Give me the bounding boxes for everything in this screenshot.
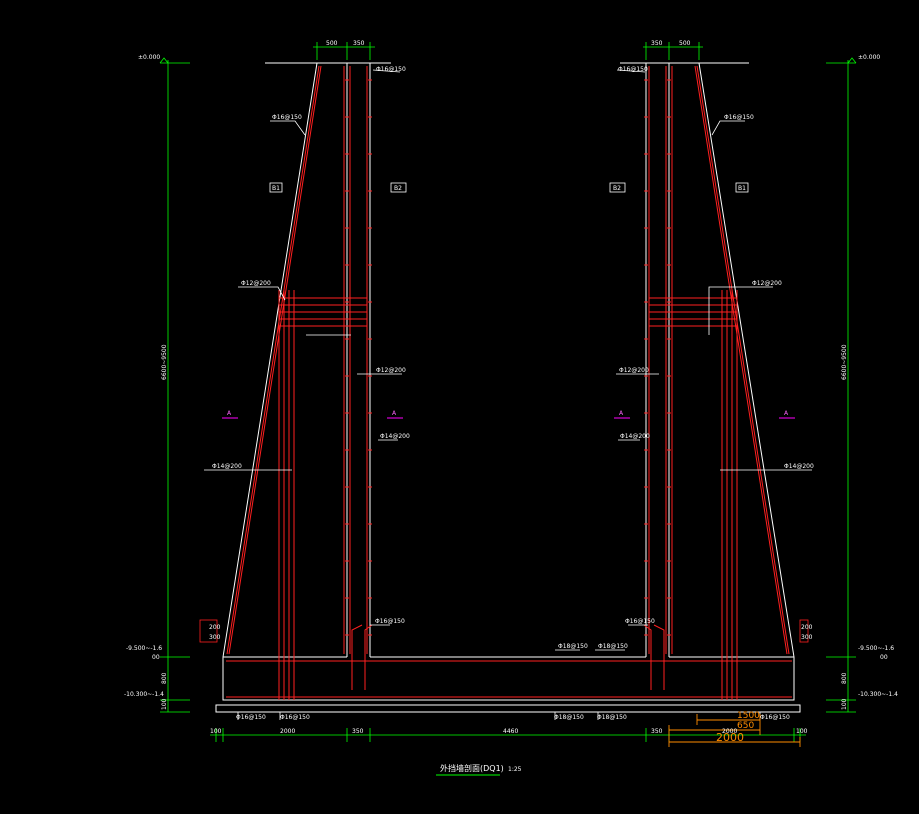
bottom-dim-1: 100 bbox=[210, 728, 222, 735]
rebar-label: Φ14@200 bbox=[784, 463, 814, 470]
tag-boxes bbox=[269, 182, 749, 193]
tag-a1: B1 bbox=[272, 185, 280, 192]
haunch-right-2: 300 bbox=[801, 634, 813, 641]
rebar-label: Φ14@200 bbox=[620, 433, 650, 440]
elevation-top-left: ±0.000 bbox=[138, 54, 160, 61]
elevation-mid-right: -9.500~-1.6 bbox=[858, 645, 894, 652]
bottom-dim-3: 350 bbox=[352, 728, 364, 735]
rebar-label: Φ18@150 bbox=[598, 643, 628, 650]
elevation-top-right: ±0.000 bbox=[858, 54, 880, 61]
rebar-label: Φ16@150 bbox=[375, 618, 405, 625]
section-mark-4: A bbox=[784, 410, 789, 417]
title-scale: 1:25 bbox=[508, 766, 522, 773]
rebar-label: Φ18@150 bbox=[558, 643, 588, 650]
wall-top-right-b: 500 bbox=[679, 40, 691, 47]
tag-labels: B1 B2 B2 B1 A A A A bbox=[227, 185, 789, 417]
rebar-label: Φ16@150 bbox=[625, 618, 655, 625]
rebar-label: Φ12@200 bbox=[376, 367, 406, 374]
rebar-label: Φ18@150 bbox=[554, 714, 584, 721]
base-layer-right-2: 100 bbox=[841, 698, 848, 710]
rebar-label: Φ16@150 bbox=[280, 714, 310, 721]
stirrup-marks bbox=[345, 79, 671, 636]
bottom-dim-5: 350 bbox=[651, 728, 663, 735]
haunch-right-1: 200 bbox=[801, 624, 813, 631]
rebar-label: Φ16@150 bbox=[724, 114, 754, 121]
rebar-label: Φ14@200 bbox=[380, 433, 410, 440]
section-mark-2: A bbox=[392, 410, 397, 417]
concrete-outline bbox=[215, 62, 801, 713]
rebar-label: Φ16@150 bbox=[272, 114, 302, 121]
elevation-sub-left: 00 bbox=[152, 654, 160, 661]
rebar-right bbox=[643, 65, 790, 700]
elevation-bottom-left: -10.300~-1.4 bbox=[124, 691, 164, 698]
cad-drawing-canvas: ±0.000 ±0.000 -9.500~-1.6 -9.500~-1.6 00… bbox=[124, 40, 898, 776]
elevation-mid-left: -9.500~-1.6 bbox=[126, 645, 162, 652]
leader-lines bbox=[204, 69, 812, 720]
rebar-label: Φ14@200 bbox=[212, 463, 242, 470]
base-layer-left-1: 800 bbox=[161, 672, 168, 684]
rebar-label: Φ16@150 bbox=[236, 714, 266, 721]
rebar-callouts: Φ16@150 Φ16@150 Φ16@150 Φ16@150 Φ12@200 … bbox=[212, 66, 814, 721]
rebar-label: Φ18@150 bbox=[597, 714, 627, 721]
haunch-left-1: 200 bbox=[209, 624, 221, 631]
tag-a3: B2 bbox=[613, 185, 621, 192]
wall-top-left-b: 350 bbox=[353, 40, 365, 47]
wall-top-left-a: 500 bbox=[326, 40, 338, 47]
elevation-labels: ±0.000 ±0.000 -9.500~-1.6 -9.500~-1.6 00… bbox=[124, 54, 898, 698]
highlight-dim-650: 650 bbox=[737, 721, 754, 731]
title-main: 外挡墙剖面(DQ1) bbox=[440, 763, 504, 773]
wall-height-left: 6600~9500 bbox=[161, 344, 168, 380]
base-layer-left-2: 100 bbox=[161, 698, 168, 710]
rebar-label: Φ16@150 bbox=[760, 714, 790, 721]
bottom-dim-4: 4460 bbox=[503, 728, 518, 735]
wall-height-right: 6600~9500 bbox=[841, 344, 848, 380]
rebar-label: Φ12@200 bbox=[241, 280, 271, 287]
dimension-labels: 6600~9500 6600~9500 500 350 350 500 100 … bbox=[161, 40, 848, 744]
rebar-label: Φ16@150 bbox=[376, 66, 406, 73]
bottom-dim-2: 2000 bbox=[280, 728, 295, 735]
tag-a2: B2 bbox=[394, 185, 402, 192]
bottom-dim-7: 100 bbox=[796, 728, 808, 735]
rebar-label: Φ16@150 bbox=[618, 66, 648, 73]
rebar-label: Φ12@200 bbox=[752, 280, 782, 287]
drawing-title: 外挡墙剖面(DQ1) 1:25 bbox=[436, 763, 522, 776]
haunch-left-2: 300 bbox=[209, 634, 221, 641]
elevation-sub-right: 00 bbox=[880, 654, 888, 661]
highlight-dim-1500: 1500 bbox=[737, 711, 760, 721]
tag-a4: B1 bbox=[738, 185, 746, 192]
base-layer-right-1: 800 bbox=[841, 672, 848, 684]
wall-top-right-a: 350 bbox=[651, 40, 663, 47]
highlight-dim-2000: 2000 bbox=[716, 731, 744, 744]
elevation-bottom-right: -10.300~-1.4 bbox=[858, 691, 898, 698]
rebar-label: Φ12@200 bbox=[619, 367, 649, 374]
rebar-left bbox=[226, 65, 792, 700]
section-mark-3: A bbox=[619, 410, 624, 417]
section-mark-1: A bbox=[227, 410, 232, 417]
